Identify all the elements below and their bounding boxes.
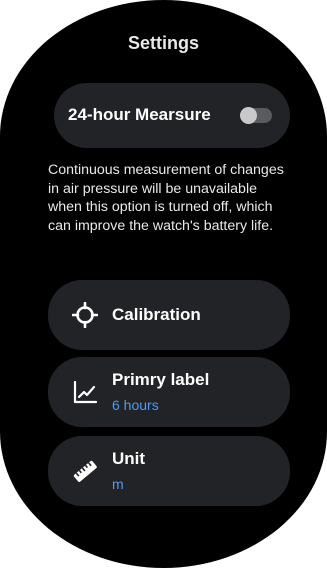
crosshair-icon (71, 301, 99, 329)
ruler-icon (72, 458, 98, 484)
measure-toggle-switch[interactable] (240, 107, 272, 124)
primary-label-value: 6 hours (112, 397, 159, 413)
unit-item[interactable]: Unit m (48, 436, 290, 506)
unit-value: m (112, 476, 124, 492)
measure-toggle-row[interactable]: 24-hour Mearsure (54, 83, 290, 148)
measure-description: Continuous measurement of changes in air… (48, 162, 284, 234)
measure-toggle-label: 24-hour Mearsure (68, 105, 211, 124)
watch-screen: Settings 24-hour Mearsure Continuous mea… (0, 0, 327, 568)
chart-line-icon (72, 379, 98, 405)
switch-knob (240, 107, 257, 124)
primary-label-item[interactable]: Primry label 6 hours (48, 357, 290, 427)
primary-label-title: Primry label (112, 370, 210, 389)
calibration-item[interactable]: Calibration (48, 280, 290, 350)
calibration-label: Calibration (112, 305, 201, 324)
unit-title: Unit (112, 449, 146, 468)
page-title: Settings (127, 33, 199, 53)
